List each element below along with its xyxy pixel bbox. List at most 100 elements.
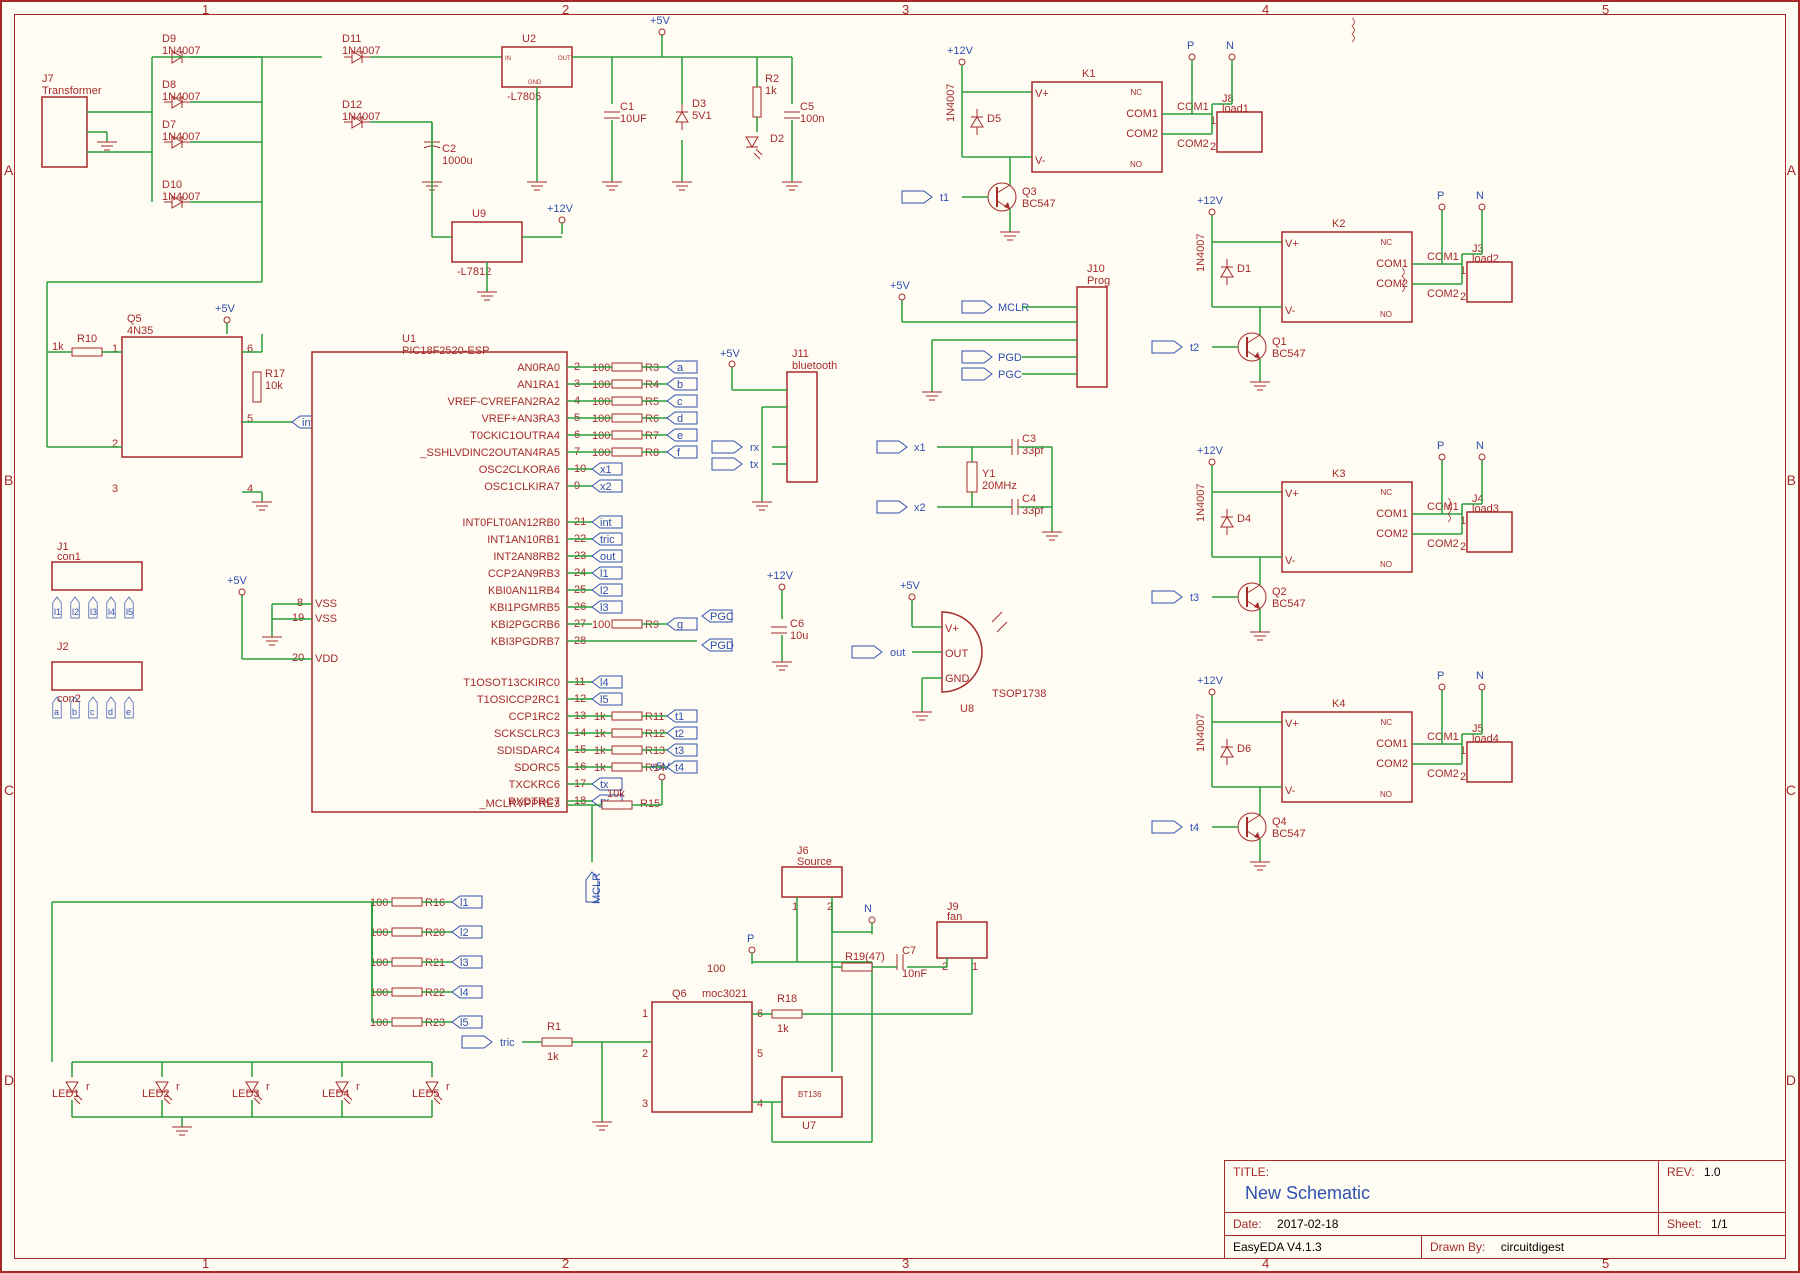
svg-text:D6: D6: [1237, 743, 1251, 755]
svg-text:1N4007: 1N4007: [1195, 713, 1207, 752]
svg-text:PGC: PGC: [998, 369, 1022, 381]
svg-text:+5V: +5V: [720, 348, 741, 360]
svg-text:D2: D2: [770, 133, 784, 145]
svg-text:+5V: +5V: [900, 580, 921, 592]
svg-text:1N4007: 1N4007: [1195, 483, 1207, 522]
svg-text:l2: l2: [72, 607, 79, 617]
rev-label: REV:: [1667, 1165, 1695, 1179]
svg-text:PGD: PGD: [710, 640, 734, 652]
svg-text:U7: U7: [802, 1120, 816, 1132]
svg-text:D11: D11: [342, 33, 361, 45]
svg-text:COM2: COM2: [1427, 288, 1459, 300]
svg-text:R13: R13: [645, 745, 665, 757]
svg-text:N: N: [1476, 190, 1484, 202]
svg-text:1k: 1k: [547, 1051, 559, 1063]
svg-text:x2: x2: [600, 481, 612, 493]
svg-text:OSC2CLKORA6: OSC2CLKORA6: [479, 464, 560, 476]
svg-text:R9: R9: [645, 619, 659, 631]
svg-text:P: P: [1187, 40, 1194, 52]
svg-text:T1OSICCP2RC1: T1OSICCP2RC1: [477, 694, 560, 706]
svg-text:D10: D10: [162, 179, 182, 191]
svg-text:t2: t2: [1190, 342, 1199, 354]
svg-text:1N4007: 1N4007: [162, 191, 201, 203]
svg-text:N: N: [1226, 40, 1234, 52]
svg-text:2: 2: [1460, 291, 1466, 303]
svg-text:2: 2: [1460, 541, 1466, 553]
svg-text:t2: t2: [675, 728, 684, 740]
svg-text:out: out: [890, 647, 905, 659]
svg-text:Q3: Q3: [1022, 186, 1037, 198]
svg-text:c: c: [677, 396, 683, 408]
svg-text:KBI0AN11RB4: KBI0AN11RB4: [488, 585, 560, 597]
svg-text:OSC1CLKIRA7: OSC1CLKIRA7: [484, 481, 560, 493]
rev-val: 1.0: [1704, 1165, 1721, 1179]
svg-text:100: 100: [370, 897, 388, 909]
svg-text:2: 2: [642, 1048, 648, 1060]
svg-text:x2: x2: [914, 502, 926, 514]
svg-text:1k: 1k: [765, 85, 777, 97]
svg-text:1: 1: [1210, 115, 1216, 127]
svg-text:KBI2PGCRB6: KBI2PGCRB6: [491, 619, 560, 631]
svg-text:R7: R7: [645, 430, 659, 442]
svg-text:R6: R6: [645, 413, 659, 425]
svg-text:b: b: [72, 707, 77, 717]
svg-text:INT0FLT0AN12RB0: INT0FLT0AN12RB0: [462, 517, 560, 529]
svg-text:LED4: LED4: [322, 1088, 350, 1100]
svg-text:U8: U8: [960, 703, 974, 715]
svg-text:VDD: VDD: [315, 653, 338, 665]
svg-text:LED2: LED2: [142, 1088, 170, 1100]
svg-text:out: out: [600, 551, 615, 563]
svg-text:10k: 10k: [607, 788, 625, 800]
svg-text:N: N: [864, 903, 872, 915]
svg-text:D5: D5: [987, 113, 1001, 125]
svg-text:l4: l4: [600, 677, 609, 689]
svg-text:NC: NC: [1380, 488, 1392, 497]
svg-text:r: r: [266, 1081, 270, 1093]
svg-text:10u: 10u: [790, 630, 808, 642]
svg-text:fan: fan: [947, 911, 962, 923]
svg-text:C7: C7: [902, 945, 916, 957]
svg-text:int: int: [600, 517, 612, 529]
svg-text:PGC: PGC: [710, 611, 734, 623]
svg-text:BT136: BT136: [798, 1090, 822, 1099]
svg-text:K4: K4: [1332, 698, 1345, 710]
svg-text:AN1RA1: AN1RA1: [517, 379, 560, 391]
svg-text:1N4007: 1N4007: [162, 131, 201, 143]
svg-text:100: 100: [592, 619, 610, 631]
svg-text:COM1: COM1: [1376, 738, 1408, 750]
svg-text:x1: x1: [914, 442, 926, 454]
svg-text:R3: R3: [645, 362, 659, 374]
svg-text:g: g: [677, 619, 683, 631]
svg-text:d: d: [677, 413, 683, 425]
svg-text:R5: R5: [645, 396, 659, 408]
svg-text:R22: R22: [425, 987, 445, 999]
svg-text:a: a: [54, 707, 59, 717]
svg-text:P: P: [747, 933, 754, 945]
svg-text:Prog: Prog: [1087, 275, 1110, 287]
svg-text:l3: l3: [460, 957, 469, 969]
svg-text:COM2: COM2: [1427, 768, 1459, 780]
svg-text:load4: load4: [1472, 733, 1499, 745]
svg-text:t1: t1: [675, 711, 684, 723]
svg-text:1: 1: [642, 1008, 648, 1020]
svg-text:V-: V-: [1285, 785, 1296, 797]
svg-text:LED1: LED1: [52, 1088, 80, 1100]
svg-text:C3: C3: [1022, 433, 1036, 445]
svg-text:V+: V+: [1285, 238, 1299, 250]
svg-text:V+: V+: [945, 623, 959, 635]
svg-text:load3: load3: [1472, 503, 1499, 515]
svg-text:P: P: [1437, 190, 1444, 202]
svg-text:l2: l2: [460, 927, 469, 939]
title-label: TITLE:: [1233, 1165, 1269, 1179]
svg-text:R4: R4: [645, 379, 659, 391]
svg-text:NO: NO: [1130, 160, 1142, 169]
svg-text:J11: J11: [792, 348, 809, 360]
svg-text:1: 1: [1460, 265, 1466, 277]
svg-text:VREF-CVREFAN2RA2: VREF-CVREFAN2RA2: [448, 396, 560, 408]
svg-text:COM1: COM1: [1427, 251, 1459, 263]
svg-text:1k: 1k: [594, 745, 606, 757]
svg-text:100n: 100n: [800, 113, 824, 125]
svg-text:C6: C6: [790, 618, 804, 630]
svg-text:t1: t1: [940, 192, 949, 204]
svg-text:INT1AN10RB1: INT1AN10RB1: [487, 534, 560, 546]
